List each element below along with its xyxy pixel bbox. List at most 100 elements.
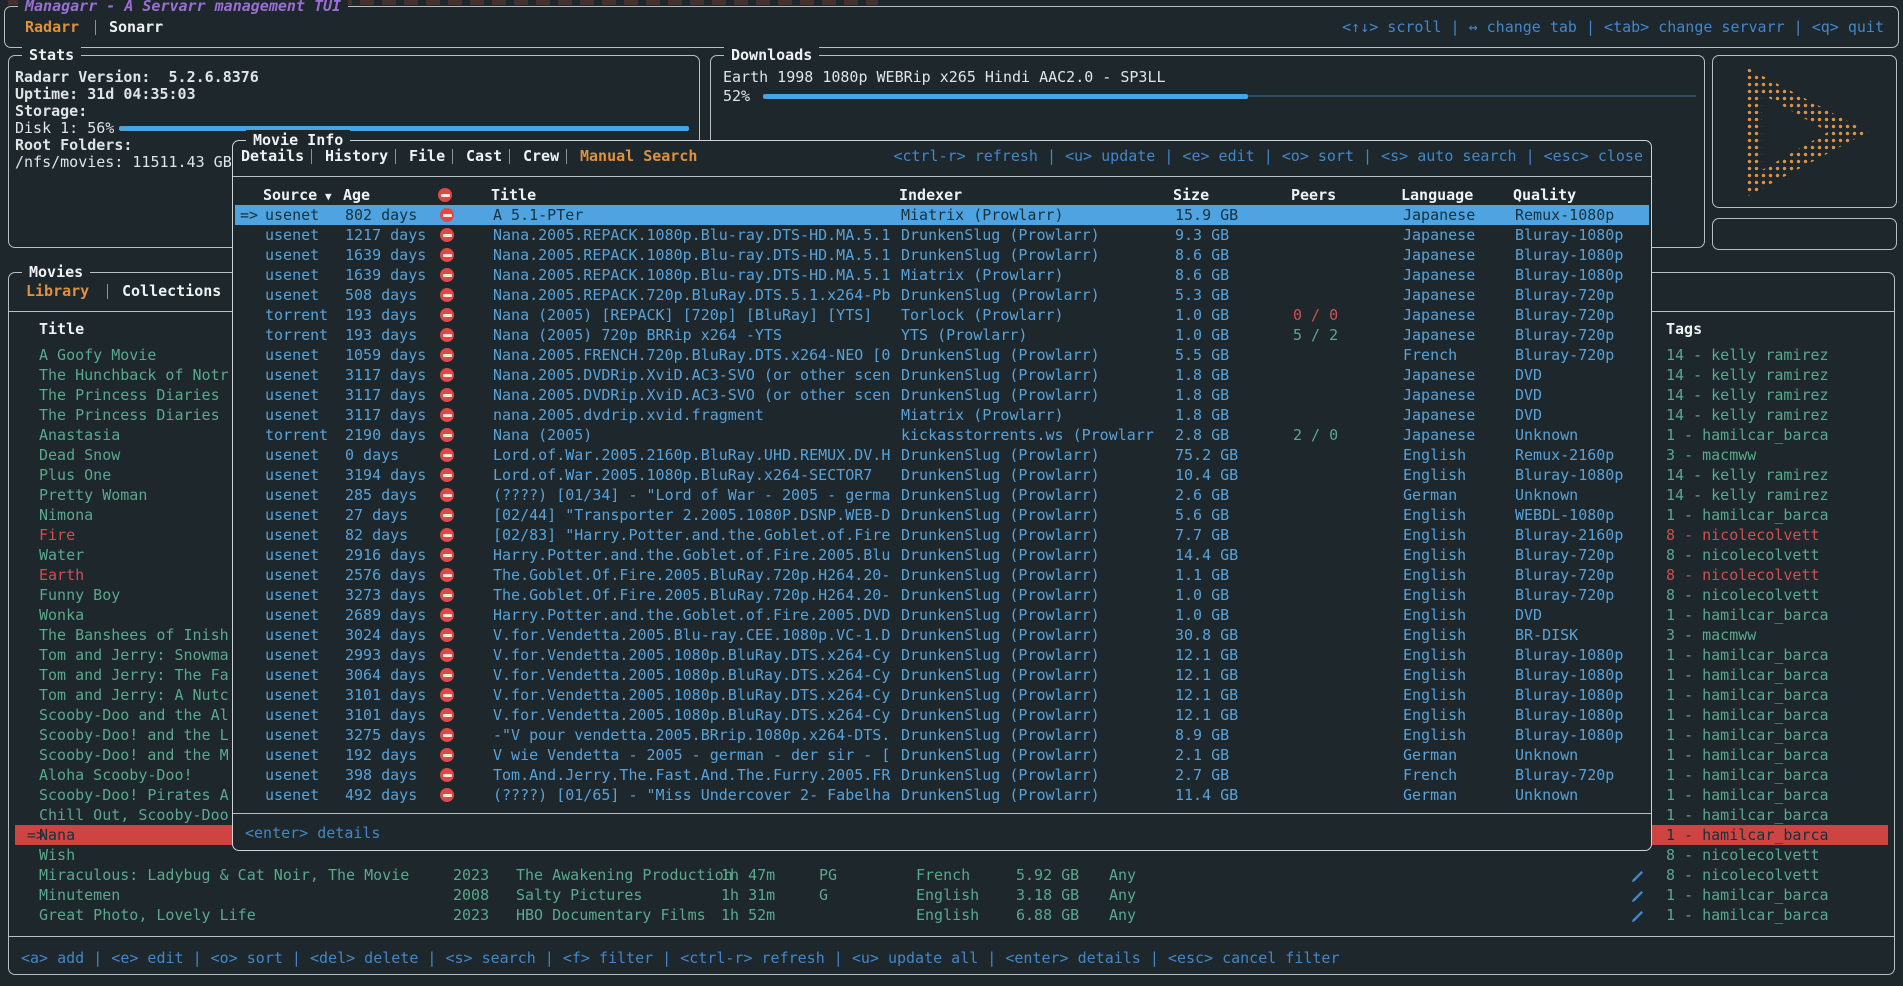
- release-row[interactable]: usenet3101 daysV.for.Vendetta.2005.1080p…: [235, 685, 1649, 705]
- release-row[interactable]: usenet3275 days-"V pour vendetta.2005.BR…: [235, 725, 1649, 745]
- tab-file[interactable]: File: [409, 146, 445, 166]
- release-peers: 2 / 0: [1293, 425, 1338, 445]
- movie-studio: HBO Documentary Films: [516, 905, 706, 925]
- tab-library[interactable]: Library: [26, 281, 89, 301]
- release-row[interactable]: usenet1059 daysNana.2005.FRENCH.720p.Blu…: [235, 345, 1649, 365]
- release-quality: Remux-1080p: [1515, 205, 1614, 225]
- release-row[interactable]: usenet2993 daysV.for.Vendetta.2005.1080p…: [235, 645, 1649, 665]
- release-language: English: [1403, 465, 1466, 485]
- rejected-no-entry-icon: [440, 288, 454, 302]
- release-row[interactable]: usenet398 daysTom.And.Jerry.The.Fast.And…: [235, 765, 1649, 785]
- release-row[interactable]: usenet3101 daysV.for.Vendetta.2005.1080p…: [235, 705, 1649, 725]
- col-source[interactable]: Source: [263, 185, 317, 205]
- col-size[interactable]: Size: [1173, 185, 1209, 205]
- release-row[interactable]: torrent2190 daysNana (2005)kickasstorren…: [235, 425, 1649, 445]
- release-language: Japanese: [1403, 365, 1475, 385]
- col-quality[interactable]: Quality: [1513, 185, 1576, 205]
- tab-details[interactable]: Details: [241, 146, 304, 166]
- tab-crew[interactable]: Crew: [523, 146, 559, 166]
- spacer-panel: [1712, 218, 1897, 250]
- col-age[interactable]: Age: [343, 185, 370, 205]
- release-indexer: DrunkenSlug (Prowlarr): [901, 645, 1100, 665]
- release-row[interactable]: usenet3117 daysNana.2005.DVDRip.XviD.AC3…: [235, 385, 1649, 405]
- movies-title-header[interactable]: Title: [39, 319, 84, 339]
- col-indexer[interactable]: Indexer: [899, 185, 962, 205]
- release-row[interactable]: usenet192 daysV wie Vendetta - 2005 - ge…: [235, 745, 1649, 765]
- release-quality: Bluray-720p: [1515, 585, 1614, 605]
- movie-title: The Princess Diaries: [39, 405, 220, 425]
- release-row[interactable]: usenet285 days(????) [01/34] - "Lord of …: [235, 485, 1649, 505]
- release-row[interactable]: usenet3194 daysLord.of.War.2005.1080p.Bl…: [235, 465, 1649, 485]
- release-age: 398 days: [345, 765, 417, 785]
- col-rejected no-entry-icon[interactable]: [438, 188, 452, 202]
- tab-divider: [95, 20, 96, 35]
- release-source: usenet: [265, 225, 319, 245]
- release-age: 2190 days: [345, 425, 426, 445]
- release-row[interactable]: usenet27 days[02/44] "Transporter 2.2005…: [235, 505, 1649, 525]
- release-row[interactable]: usenet2576 daysThe.Goblet.Of.Fire.2005.B…: [235, 565, 1649, 585]
- release-quality: Bluray-1080p: [1515, 265, 1623, 285]
- release-row[interactable]: usenet492 days(????) [01/65] - "Miss Und…: [235, 785, 1649, 805]
- release-language: Japanese: [1403, 285, 1475, 305]
- movie-row[interactable]: Miraculous: Ladybug & Cat Noir, The Movi…: [15, 865, 1888, 885]
- rejected-no-entry-icon: [440, 588, 454, 602]
- tab-cast[interactable]: Cast: [466, 146, 502, 166]
- release-title: V wie Vendetta - 2005 - german - der sir…: [493, 745, 890, 765]
- release-row[interactable]: torrent193 daysNana (2005) [REPACK] [720…: [235, 305, 1649, 325]
- release-row[interactable]: usenet3024 daysV.for.Vendetta.2005.Blu-r…: [235, 625, 1649, 645]
- tab-radarr[interactable]: Radarr: [25, 17, 79, 37]
- movie-row[interactable]: Minutemen2008Salty Pictures1h 31mGEnglis…: [15, 885, 1888, 905]
- movies-tags-header[interactable]: Tags: [1666, 319, 1702, 339]
- release-title: Nana.2005.DVDRip.XviD.AC3-SVO (or other …: [493, 365, 890, 385]
- movie-title: A Goofy Movie: [39, 345, 156, 365]
- release-source: usenet: [265, 665, 319, 685]
- tab-history[interactable]: History: [325, 146, 388, 166]
- release-quality: BR-DISK: [1515, 625, 1578, 645]
- release-row[interactable]: usenet3064 daysV.for.Vendetta.2005.1080p…: [235, 665, 1649, 685]
- release-language: English: [1403, 605, 1466, 625]
- modal-tab-divider: [566, 149, 567, 164]
- col-title[interactable]: Title: [491, 185, 536, 205]
- release-row[interactable]: usenet82 days[02/83] "Harry.Potter.and.t…: [235, 525, 1649, 545]
- release-age: 1217 days: [345, 225, 426, 245]
- modal-tab-divider: [311, 149, 312, 164]
- release-quality: Bluray-1080p: [1515, 685, 1623, 705]
- release-size: 5.3 GB: [1175, 285, 1229, 305]
- release-row[interactable]: usenet2916 daysHarry.Potter.and.the.Gobl…: [235, 545, 1649, 565]
- release-row[interactable]: usenet1639 daysNana.2005.REPACK.1080p.Bl…: [235, 265, 1649, 285]
- release-row[interactable]: usenet2689 daysHarry.Potter.and.the.Gobl…: [235, 605, 1649, 625]
- release-row[interactable]: torrent193 daysNana (2005) 720p BRRip x2…: [235, 325, 1649, 345]
- movie-row[interactable]: Great Photo, Lovely Life2023HBO Document…: [15, 905, 1888, 925]
- release-source: usenet: [265, 345, 319, 365]
- release-indexer: Miatrix (Prowlarr): [901, 265, 1064, 285]
- tab-sonarr[interactable]: Sonarr: [109, 17, 163, 37]
- release-source: usenet: [265, 365, 319, 385]
- release-indexer: DrunkenSlug (Prowlarr): [901, 285, 1100, 305]
- movie-title: Plus One: [39, 465, 111, 485]
- col-peers[interactable]: Peers: [1291, 185, 1336, 205]
- logo-panel: [1712, 55, 1897, 208]
- release-row[interactable]: usenet3273 daysThe.Goblet.Of.Fire.2005.B…: [235, 585, 1649, 605]
- col-language[interactable]: Language: [1401, 185, 1473, 205]
- release-row[interactable]: usenet3117 daysnana.2005.dvdrip.xvid.fra…: [235, 405, 1649, 425]
- tab-manual-search[interactable]: Manual Search: [580, 146, 697, 166]
- release-title: Nana.2005.REPACK.1080p.Blu-ray.DTS-HD.MA…: [493, 245, 890, 265]
- movie-tag: 14 - kelly ramirez: [1666, 405, 1829, 425]
- rejected-no-entry-icon: [440, 448, 454, 462]
- release-row[interactable]: usenet 1217 days Nana.2005.REPACK.1080p.Bl…: [235, 225, 1649, 245]
- release-title: Nana.2005.REPACK.720p.BluRay.DTS.5.1.x26…: [493, 285, 890, 305]
- release-row[interactable]: =>usenet802 daysA 5.1-PTerMiatrix (Prowl…: [235, 205, 1649, 225]
- release-row[interactable]: usenet3117 daysNana.2005.DVDRip.XviD.AC3…: [235, 365, 1649, 385]
- rejected-no-entry-icon: [440, 648, 454, 662]
- release-row[interactable]: usenet508 daysNana.2005.REPACK.720p.BluR…: [235, 285, 1649, 305]
- release-title: Nana.2005.REPACK.1080p.Blu-ray.DTS-HD.MA…: [493, 225, 890, 245]
- release-row[interactable]: usenet0 daysLord.of.War.2005.2160p.BluRa…: [235, 445, 1649, 465]
- release-title: -"V pour vendetta.2005.BRrip.1080p.x264-…: [493, 725, 890, 745]
- movie-tag: 14 - kelly ramirez: [1666, 345, 1829, 365]
- movies-footer-separator: [9, 936, 1894, 937]
- tab-collections[interactable]: Collections: [122, 281, 221, 301]
- release-source: usenet: [265, 745, 319, 765]
- release-row[interactable]: usenet1639 daysNana.2005.REPACK.1080p.Bl…: [235, 245, 1649, 265]
- movie-tag: 14 - kelly ramirez: [1666, 365, 1829, 385]
- rejected-no-entry-icon: [440, 248, 454, 262]
